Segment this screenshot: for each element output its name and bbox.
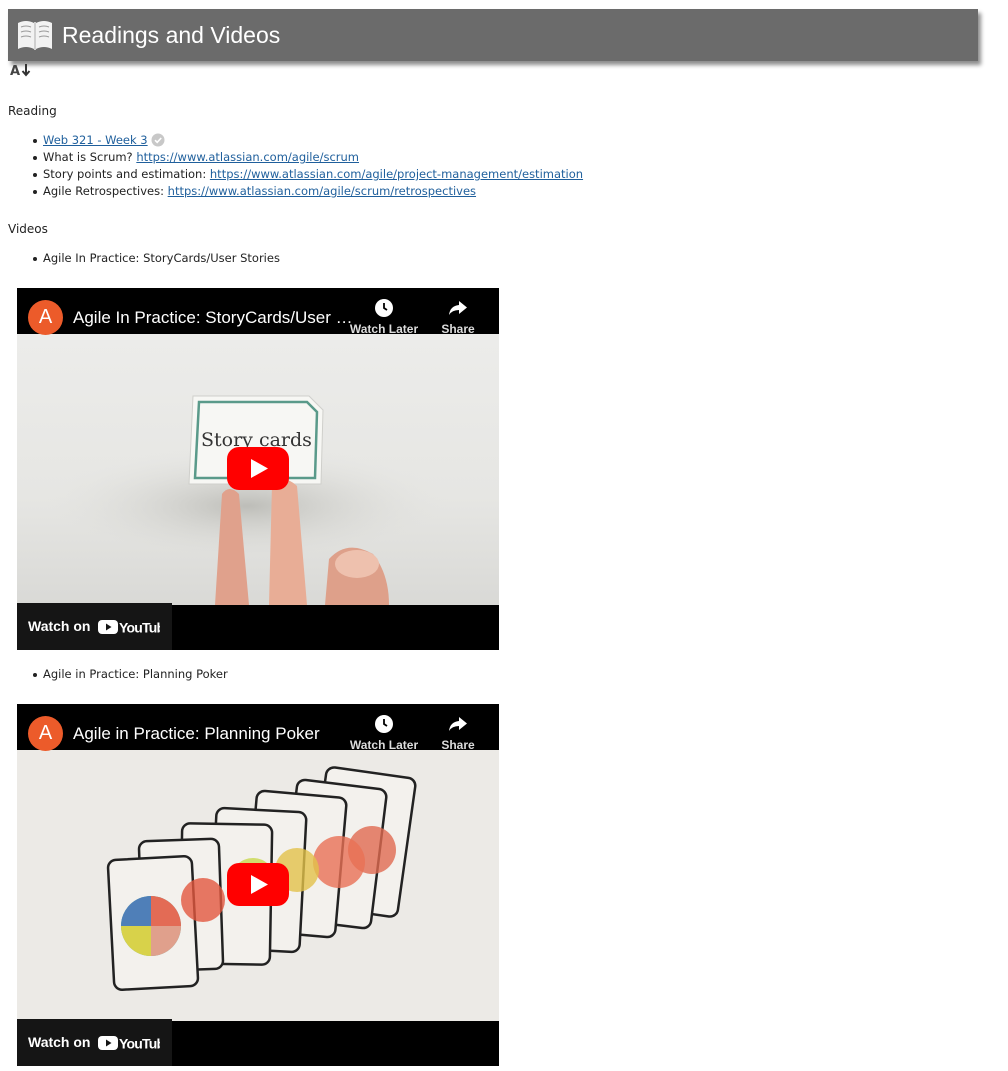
- share-icon: [449, 301, 467, 315]
- video-player-storycards[interactable]: Story cards A Agile In Practice: StoryCa…: [17, 288, 499, 650]
- share-icon: [449, 717, 467, 731]
- watch-later-label: Watch Later: [349, 322, 419, 336]
- clock-icon: [375, 715, 393, 733]
- video-title[interactable]: Agile in Practice: Planning Poker: [73, 723, 320, 745]
- video-list: Agile in Practice: Planning Poker: [0, 666, 228, 683]
- bullet: [33, 673, 37, 677]
- list-item: Agile In Practice: StoryCards/User Stori…: [33, 250, 280, 267]
- youtube-wordmark: YouTube: [119, 1036, 160, 1052]
- watch-later-button[interactable]: Watch Later: [347, 714, 421, 752]
- video-label: Agile In Practice: StoryCards/User Stori…: [43, 251, 280, 265]
- list-item: Agile in Practice: Planning Poker: [33, 666, 228, 683]
- video-header: A Agile in Practice: Planning Poker Watc…: [17, 704, 499, 752]
- watch-on-youtube-button[interactable]: Watch on YouTube: [17, 603, 172, 650]
- watch-later-label: Watch Later: [349, 738, 419, 752]
- retrospectives-link[interactable]: https://www.atlassian.com/agile/scrum/re…: [168, 184, 476, 198]
- youtube-logo-icon: YouTube: [98, 1036, 160, 1052]
- share-label: Share: [441, 322, 475, 336]
- svg-text:A: A: [10, 64, 20, 79]
- video-label: Agile in Practice: Planning Poker: [43, 667, 228, 681]
- open-book-icon: [18, 21, 52, 50]
- scrum-link[interactable]: https://www.atlassian.com/agile/scrum: [136, 150, 359, 164]
- video-title[interactable]: Agile In Practice: StoryCards/User S...: [73, 307, 353, 329]
- page-banner: Readings and Videos: [8, 9, 978, 61]
- youtube-logo-icon: YouTube: [98, 620, 160, 636]
- channel-avatar[interactable]: A: [28, 300, 63, 335]
- video-player-planning-poker[interactable]: A Agile in Practice: Planning Poker Watc…: [17, 704, 499, 1066]
- estimation-link[interactable]: https://www.atlassian.com/agile/project-…: [210, 167, 583, 181]
- channel-avatar[interactable]: A: [28, 716, 63, 751]
- list-item: Web 321 - Week 3: [32, 132, 583, 149]
- watch-on-youtube-button[interactable]: Watch on YouTube: [17, 1019, 172, 1066]
- video-header: A Agile In Practice: StoryCards/User S..…: [17, 288, 499, 336]
- share-button[interactable]: Share: [421, 298, 495, 336]
- week-3-link[interactable]: Web 321 - Week 3: [43, 133, 148, 147]
- watch-later-button[interactable]: Watch Later: [347, 298, 421, 336]
- play-button[interactable]: [227, 863, 289, 906]
- check-circle-icon: [151, 133, 165, 147]
- share-label: Share: [441, 738, 475, 752]
- video-list: Agile In Practice: StoryCards/User Stori…: [0, 250, 280, 267]
- list-item: Story points and estimation: https://www…: [32, 166, 583, 183]
- sort-az-down-icon[interactable]: A: [9, 62, 35, 80]
- page-title: Readings and Videos: [62, 22, 281, 48]
- list-item: Agile Retrospectives: https://www.atlass…: [32, 183, 583, 200]
- play-button[interactable]: [227, 447, 289, 490]
- bullet: [33, 257, 37, 261]
- reading-item-label: What is Scrum?: [43, 150, 137, 164]
- watch-on-label: Watch on: [28, 618, 91, 634]
- reading-list: Web 321 - Week 3 What is Scrum? https://…: [0, 132, 583, 200]
- reading-item-label: Agile Retrospectives:: [43, 184, 168, 198]
- reading-item-label: Story points and estimation:: [43, 167, 210, 181]
- videos-heading: Videos: [8, 222, 48, 236]
- reading-heading: Reading: [8, 104, 57, 118]
- share-button[interactable]: Share: [421, 714, 495, 752]
- youtube-wordmark: YouTube: [119, 620, 160, 636]
- list-item: What is Scrum? https://www.atlassian.com…: [32, 149, 583, 166]
- watch-on-label: Watch on: [28, 1034, 91, 1050]
- clock-icon: [375, 299, 393, 317]
